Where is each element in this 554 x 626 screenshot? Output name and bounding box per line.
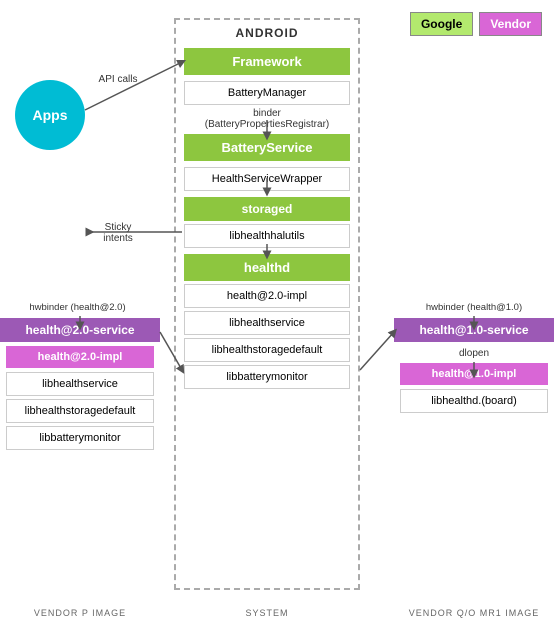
left-vendor-header: health@2.0-service <box>0 318 160 342</box>
dlopen-annotation: dlopen <box>394 348 554 359</box>
api-calls-text: API calls <box>99 74 138 85</box>
right-vendor-lib1: libhealthd.(board) <box>400 389 548 413</box>
hwbinder-right-annotation: hwbinder (health@1.0) <box>394 302 554 313</box>
legend-vendor: Vendor <box>479 12 542 36</box>
dlopen-text: dlopen <box>459 348 489 359</box>
hwbinder-right-text: hwbinder (health@1.0) <box>426 302 522 313</box>
right-vendor-header: health@1.0-service <box>394 318 554 342</box>
center-section-text: SYSTEM <box>245 608 288 618</box>
storaged-box: storaged <box>184 197 350 221</box>
right-section-label: VENDOR Q/O MR1 IMAGE <box>394 608 554 618</box>
apps-circle: Apps <box>15 80 85 150</box>
android-title: ANDROID <box>176 20 358 44</box>
android-box: ANDROID Framework BatteryManager binder … <box>174 18 360 590</box>
sticky-intents-text: Stickyintents <box>103 222 132 244</box>
hwbinder-left-annotation: hwbinder (health@2.0) <box>0 302 155 313</box>
left-section-label: VENDOR P IMAGE <box>0 608 160 618</box>
legend: Google Vendor <box>410 12 542 36</box>
binder-annotation: binder (BatteryPropertiesRegistrar) <box>176 108 358 130</box>
left-vendor-lib2: libhealthstoragedefault <box>6 399 154 423</box>
healthd-libhealthservice-box: libhealthservice <box>184 311 350 335</box>
diagram-container: Google Vendor Apps API calls Stickyinten… <box>0 0 554 626</box>
left-vendor-lib1: libhealthservice <box>6 372 154 396</box>
battery-manager-box: BatteryManager <box>184 81 350 105</box>
libhealthhalutils-box: libhealthhalutils <box>184 224 350 248</box>
right-vendor-impl: health@1.0-impl <box>400 363 548 385</box>
right-vendor-box: health@1.0-service dlopen health@1.0-imp… <box>394 318 554 416</box>
android-content: Framework BatteryManager binder (Battery… <box>176 44 358 389</box>
binder-sub-text: (BatteryPropertiesRegistrar) <box>205 119 329 130</box>
apps-label: Apps <box>33 107 68 123</box>
center-section-label: SYSTEM <box>174 608 360 618</box>
healthd-libstoragedefault-box: libhealthstoragedefault <box>184 338 350 362</box>
left-section-label-text: VENDOR P IMAGE <box>34 608 126 618</box>
framework-box: Framework <box>184 48 350 75</box>
legend-google: Google <box>410 12 473 36</box>
healthd-libbattery-box: libbatterymonitor <box>184 365 350 389</box>
health-service-wrapper-box: HealthServiceWrapper <box>184 167 350 191</box>
healthd-box: healthd <box>184 254 350 281</box>
right-section-label-text: VENDOR Q/O MR1 IMAGE <box>409 608 540 618</box>
left-vendor-box: health@2.0-service health@2.0-impl libhe… <box>0 318 160 453</box>
api-calls-annotation: API calls <box>88 74 148 85</box>
binder-text: binder <box>253 108 281 119</box>
hwbinder-left-text: hwbinder (health@2.0) <box>29 302 125 313</box>
left-vendor-lib3: libbatterymonitor <box>6 426 154 450</box>
left-vendor-impl: health@2.0-impl <box>6 346 154 368</box>
battery-service-box: BatteryService <box>184 134 350 161</box>
sticky-intents-annotation: Stickyintents <box>88 222 148 244</box>
healthd-health-impl-box: health@2.0-impl <box>184 284 350 308</box>
